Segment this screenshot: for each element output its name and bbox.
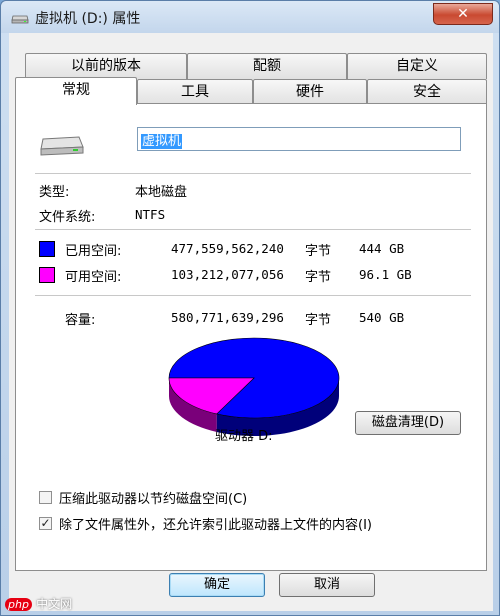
free-space-swatch: [39, 267, 55, 283]
type-value: 本地磁盘: [135, 185, 188, 200]
separator: [35, 229, 471, 230]
filesystem-label: 文件系统:: [39, 210, 96, 225]
tab-previous-versions[interactable]: 以前的版本: [25, 53, 187, 79]
compress-drive-label: 压缩此驱动器以节约磁盘空间(C): [59, 492, 248, 507]
drive-icon: [11, 15, 29, 24]
volume-name-text: 虚拟机: [141, 134, 183, 149]
compress-drive-checkbox[interactable]: [39, 491, 52, 504]
capacity-size: 540 GB: [359, 310, 405, 325]
used-space-label: 已用空间:: [65, 244, 122, 259]
watermark-site: 中文网: [36, 597, 73, 611]
checkmark-icon: ✓: [40, 516, 51, 530]
ok-button[interactable]: 确定: [169, 573, 265, 597]
disk-cleanup-button[interactable]: 磁盘清理(D): [355, 411, 461, 435]
used-space-unit: 字节: [305, 244, 332, 259]
hard-drive-icon: [40, 136, 84, 156]
separator: [35, 173, 471, 174]
capacity-bytes: 580,771,639,296: [171, 310, 284, 325]
title-bar[interactable]: 虚拟机 (D:) 属性 ✕: [1, 1, 499, 33]
free-space-bytes: 103,212,077,056: [171, 267, 284, 282]
tab-quota[interactable]: 配额: [187, 53, 347, 79]
watermark: php 中文网: [5, 595, 72, 612]
watermark-php: php: [5, 598, 32, 611]
cancel-button[interactable]: 取消: [279, 573, 375, 597]
used-space-bytes: 477,559,562,240: [171, 241, 284, 256]
tab-tools[interactable]: 工具: [137, 79, 253, 105]
tab-general[interactable]: 常规: [15, 77, 137, 105]
drive-letter-label: 驱动器 D:: [215, 429, 273, 444]
index-contents-checkbox[interactable]: ✓: [39, 517, 52, 530]
volume-name-input[interactable]: 虚拟机: [137, 127, 461, 151]
capacity-unit: 字节: [305, 313, 332, 328]
free-space-unit: 字节: [305, 270, 332, 285]
window-title: 虚拟机 (D:) 属性: [35, 11, 141, 27]
used-space-size: 444 GB: [359, 241, 405, 256]
tab-hardware[interactable]: 硬件: [253, 79, 367, 105]
tab-customize[interactable]: 自定义: [347, 53, 487, 79]
type-label: 类型:: [39, 185, 70, 200]
free-space-label: 可用空间:: [65, 270, 122, 285]
properties-window: 虚拟机 (D:) 属性 ✕ 以前的版本 配额 自定义 常规 工具 硬件 安全 虚…: [0, 0, 500, 616]
index-contents-label: 除了文件属性外，还允许索引此驱动器上文件的内容(I): [59, 518, 372, 533]
free-space-size: 96.1 GB: [359, 267, 412, 282]
capacity-label: 容量:: [65, 313, 96, 328]
separator: [35, 295, 471, 296]
dialog-client-area: 以前的版本 配额 自定义 常规 工具 硬件 安全 虚拟机 类型: 本地磁盘 文件…: [9, 33, 493, 611]
tab-security[interactable]: 安全: [367, 79, 487, 105]
filesystem-value: NTFS: [135, 207, 166, 222]
used-space-swatch: [39, 241, 55, 257]
close-button[interactable]: ✕: [433, 3, 493, 25]
